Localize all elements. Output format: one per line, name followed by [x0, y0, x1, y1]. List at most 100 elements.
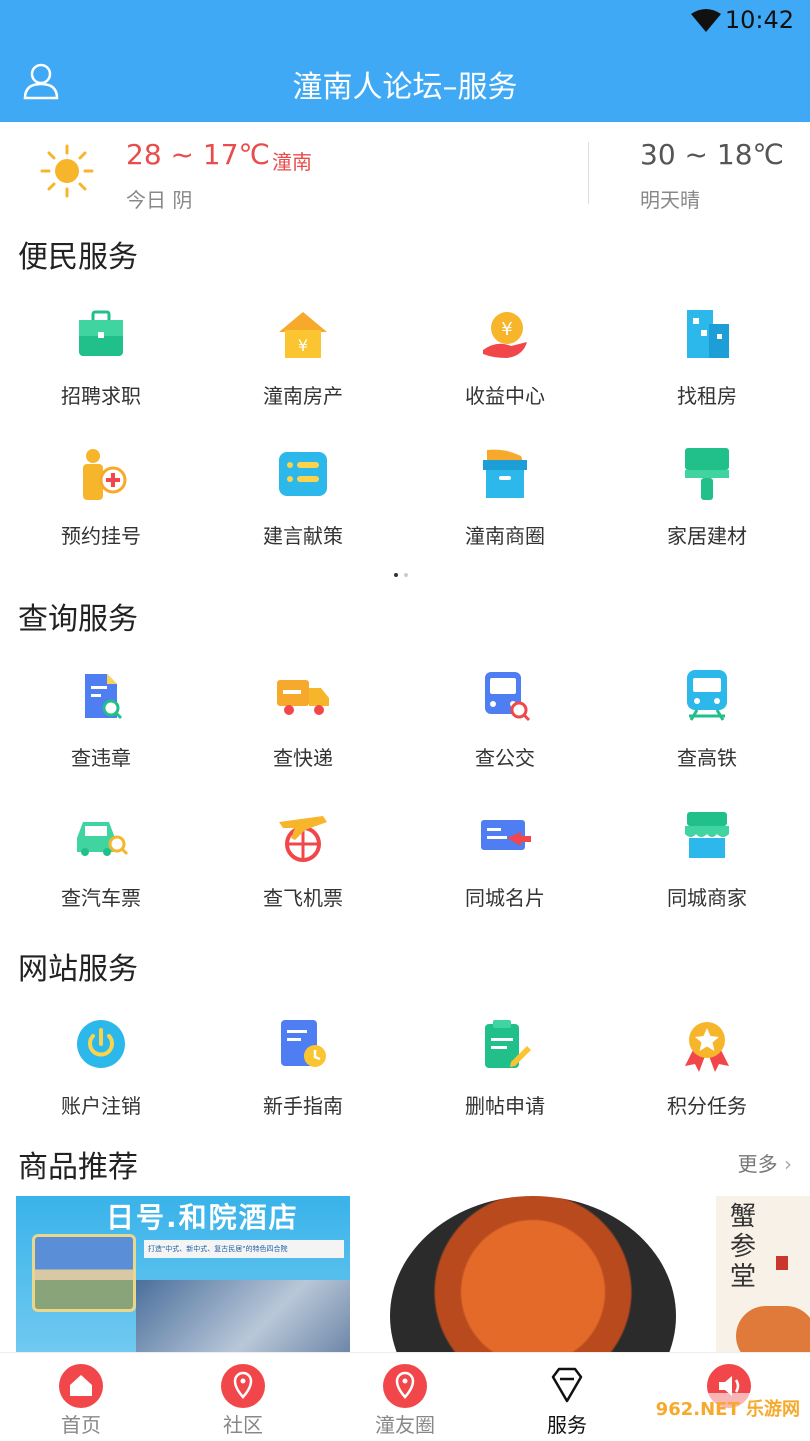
svg-text:¥: ¥: [501, 319, 512, 340]
service-label: 同城商家: [667, 886, 747, 910]
section-title-convenience: 便民服务: [18, 240, 138, 275]
query-local-merchant[interactable]: 同城商家: [606, 808, 808, 911]
train-icon: [687, 670, 727, 721]
service-label: 查飞机票: [263, 886, 343, 910]
list-card-icon: [279, 452, 327, 496]
product-card-crab[interactable]: [390, 1196, 676, 1352]
section-title-site: 网站服务: [18, 952, 138, 987]
section-title-products: 商品推荐: [18, 1150, 138, 1185]
city-name: 潼南: [272, 150, 312, 174]
query-bus-ticket[interactable]: 查汽车票: [0, 808, 202, 911]
query-flight-ticket[interactable]: 查飞机票: [202, 808, 404, 911]
storefront-icon: [685, 812, 729, 858]
service-label: 查公交: [475, 746, 535, 770]
today-weather: 今日 阴: [126, 188, 193, 212]
page-dot: [404, 573, 408, 577]
service-label: 招聘求职: [61, 384, 141, 408]
service-label: 潼南商圈: [465, 524, 545, 548]
more-link[interactable]: 更多 ›: [738, 1148, 792, 1177]
tab-friends-circle[interactable]: 潼友圈: [324, 1353, 486, 1441]
product-card-hotel[interactable]: 日号.和院酒店 打造"中式、新中式、复古民居"的特色四合院: [16, 1196, 350, 1352]
house-yuan-icon: ¥: [279, 312, 327, 358]
truck-icon: [277, 680, 329, 715]
document-search-icon: [85, 674, 123, 720]
crab-image: [736, 1306, 810, 1352]
medal-star-icon: [685, 1022, 729, 1072]
note-edit-icon: [485, 1020, 531, 1068]
building-icon: [687, 310, 729, 358]
service-appointment[interactable]: 预约挂号: [0, 446, 202, 549]
crab-plate-image: [390, 1196, 676, 1352]
home-icon: [59, 1364, 103, 1408]
tab-label: 社区: [223, 1413, 263, 1437]
query-express[interactable]: 查快递: [202, 668, 404, 771]
card-icon: [481, 820, 531, 850]
service-label: 删帖申请: [465, 1094, 545, 1118]
query-business-card[interactable]: 同城名片: [404, 808, 606, 911]
weather-panel[interactable]: 28 ~ 17℃ 潼南 今日 阴 30 ~ 18℃ 明天晴: [0, 122, 810, 222]
storage-box-icon: [483, 449, 527, 498]
service-shopping-district[interactable]: 潼南商圈: [404, 446, 606, 549]
service-property[interactable]: ¥ 潼南房产: [202, 306, 404, 409]
service-label: 查高铁: [677, 746, 737, 770]
location-pin-icon: [383, 1364, 427, 1408]
page-indicator: [394, 562, 418, 577]
chevron-right-icon: ›: [784, 1152, 792, 1176]
service-label: 新手指南: [263, 1094, 343, 1118]
tab-services[interactable]: 服务: [486, 1353, 648, 1441]
site-delete-post[interactable]: 删帖申请: [404, 1016, 606, 1119]
plane-globe-icon: [279, 816, 327, 862]
section-title-query: 查询服务: [18, 602, 138, 637]
sunny-icon: [40, 144, 94, 198]
watermark-logo: 962.NET 乐游网: [651, 1393, 804, 1423]
tab-home[interactable]: 首页: [0, 1353, 162, 1441]
query-bus[interactable]: 查公交: [404, 668, 606, 771]
service-label: 收益中心: [465, 384, 545, 408]
status-time: 10:42: [724, 6, 794, 34]
tomorrow-temperature: 30 ~ 18℃: [640, 138, 784, 171]
tomorrow-weather: 明天晴: [640, 188, 700, 212]
service-recruitment[interactable]: 招聘求职: [0, 306, 202, 409]
product-banner-title: 日号.和院酒店: [106, 1201, 299, 1234]
tab-label: 潼友圈: [375, 1413, 435, 1437]
service-label: 同城名片: [465, 886, 545, 910]
brand-logo-text: 蟹参堂: [730, 1202, 757, 1292]
briefcase-icon: [79, 310, 123, 356]
service-rental[interactable]: 找租房: [606, 306, 808, 409]
product-banner-sub-bg: 打造"中式、新中式、复古民居"的特色四合院: [144, 1240, 344, 1258]
today-temperature: 28 ~ 17℃: [126, 138, 270, 171]
more-label: 更多: [737, 1152, 778, 1176]
diamond-icon: [551, 1367, 583, 1403]
service-label: 潼南房产: [263, 384, 343, 408]
service-label: 账户注销: [61, 1094, 141, 1118]
tab-label: 服务: [547, 1413, 587, 1437]
service-label: 查违章: [71, 746, 131, 770]
tab-community[interactable]: 社区: [162, 1353, 324, 1441]
site-points-task[interactable]: 积分任务: [606, 1016, 808, 1119]
tab-label: 首页: [61, 1413, 101, 1437]
service-label: 积分任务: [667, 1094, 747, 1118]
doctor-plus-icon: [83, 449, 127, 500]
site-account-cancel[interactable]: 账户注销: [0, 1016, 202, 1119]
service-label: 预约挂号: [61, 524, 141, 548]
service-label: 家居建材: [667, 524, 747, 548]
hotel-building-image: [136, 1280, 350, 1352]
svg-text:¥: ¥: [298, 336, 308, 355]
product-card-brand[interactable]: 蟹参堂: [716, 1196, 810, 1352]
bus-icon: [485, 672, 531, 722]
paint-roller-icon: [685, 448, 729, 500]
product-banner-subtitle: 打造"中式、新中式、复古民居"的特色四合院: [148, 1245, 288, 1253]
service-home-materials[interactable]: 家居建材: [606, 446, 808, 549]
site-beginner-guide[interactable]: 新手指南: [202, 1016, 404, 1119]
service-label: 查汽车票: [61, 886, 141, 910]
query-violation[interactable]: 查违章: [0, 668, 202, 771]
power-icon: [77, 1020, 125, 1068]
service-suggestion[interactable]: 建言献策: [202, 446, 404, 549]
service-earnings[interactable]: ¥ 收益中心: [404, 306, 606, 409]
service-label: 建言献策: [263, 524, 343, 548]
page-dot-active: [394, 573, 398, 577]
car-search-icon: [77, 822, 129, 856]
query-high-speed-rail[interactable]: 查高铁: [606, 668, 808, 771]
page-title: 潼南人论坛–服务: [292, 70, 518, 105]
hotel-photo: [32, 1234, 136, 1312]
